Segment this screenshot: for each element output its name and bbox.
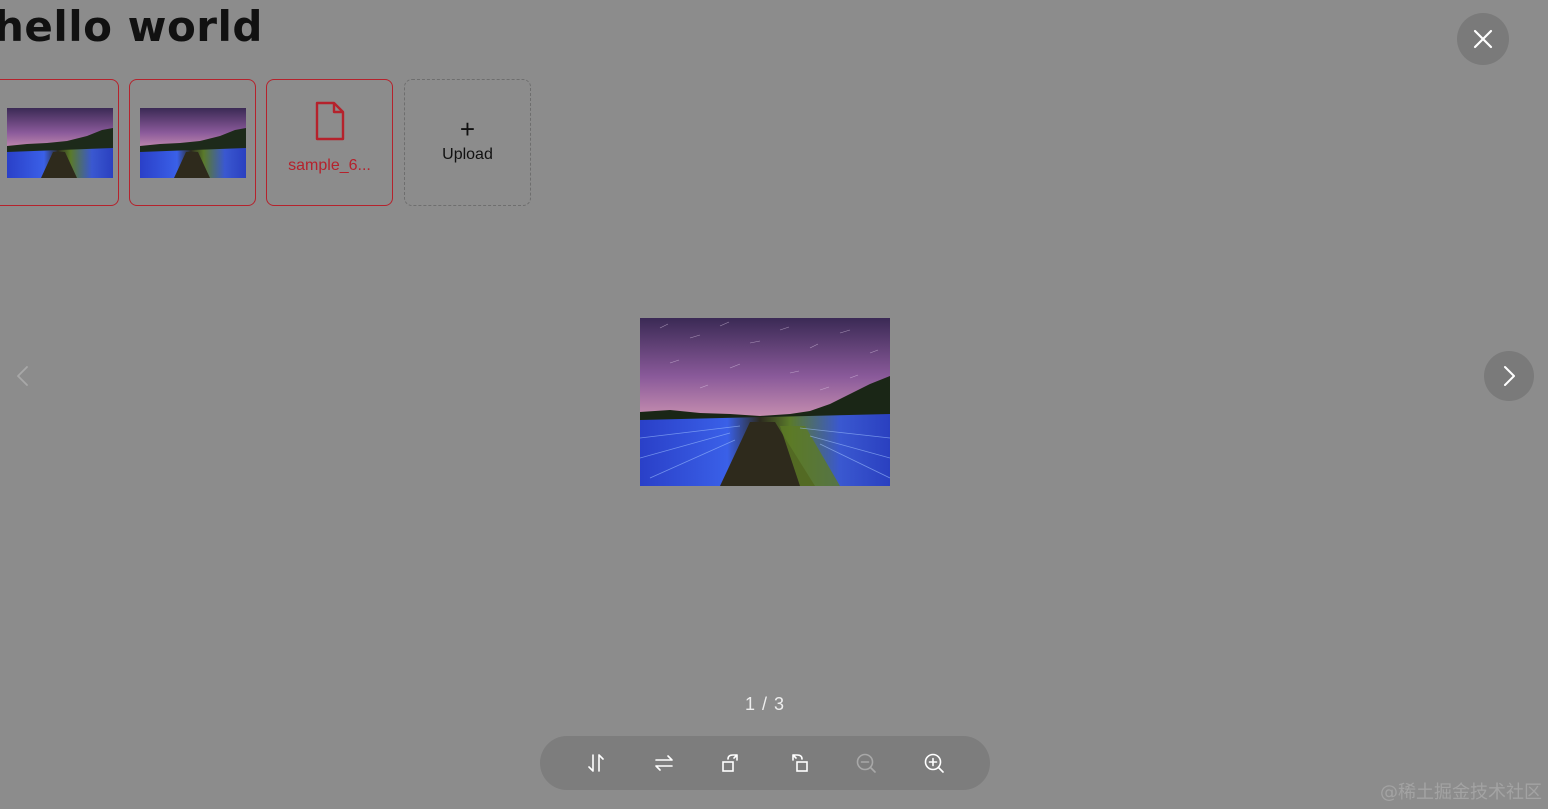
landscape-thumbnail — [139, 107, 246, 178]
chevron-right-icon — [1504, 366, 1515, 386]
zoom-out-button[interactable] — [851, 748, 881, 778]
flip-horizontal-button[interactable] — [649, 748, 679, 778]
page-title: hello world — [0, 2, 263, 51]
plus-icon: + — [459, 113, 476, 144]
close-icon — [1473, 29, 1493, 49]
chevron-left-icon — [17, 366, 28, 386]
upload-label: Upload — [442, 145, 493, 163]
flip-vertical-button[interactable] — [581, 748, 611, 778]
zoom-in-button[interactable] — [919, 748, 949, 778]
zoom-out-icon — [856, 753, 876, 773]
image-counter: 1 / 3 — [744, 694, 786, 714]
zoom-in-icon — [924, 753, 944, 773]
flip-horizontal-icon — [655, 755, 673, 771]
upload-item-image-1[interactable] — [0, 79, 119, 206]
upload-item-file[interactable]: sample_6... — [266, 79, 393, 206]
watermark: @稀土掘金技术社区 — [1380, 782, 1542, 803]
close-button[interactable] — [1457, 13, 1509, 65]
preview-image[interactable] — [640, 318, 890, 486]
upload-button[interactable]: + Upload — [404, 79, 531, 206]
next-button[interactable] — [1484, 351, 1534, 401]
file-icon — [315, 101, 344, 140]
file-name: sample_6... — [288, 156, 371, 174]
preview-toolbar — [540, 736, 990, 790]
flip-vertical-icon — [588, 754, 604, 772]
upload-item-image-2[interactable] — [129, 79, 256, 206]
previous-button[interactable] — [4, 351, 40, 401]
rotate-right-button[interactable] — [716, 748, 746, 778]
rotate-right-icon — [722, 754, 738, 772]
rotate-left-icon — [792, 754, 808, 772]
landscape-thumbnail — [6, 107, 113, 178]
rotate-left-button[interactable] — [784, 748, 814, 778]
